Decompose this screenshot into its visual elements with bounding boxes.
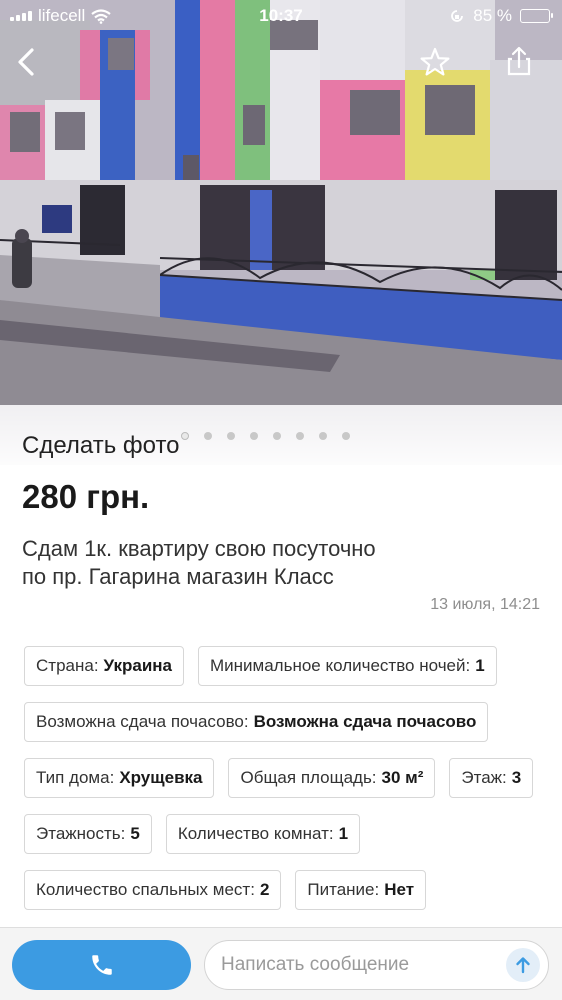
param-value: Нет <box>384 880 415 899</box>
status-right: 85 % <box>449 6 553 26</box>
param-chip: Этаж: 3 <box>449 758 534 798</box>
message-field[interactable] <box>204 940 549 990</box>
listing-params: Страна: Украина Минимальное количество но… <box>24 646 554 910</box>
pagination-dot <box>296 432 304 440</box>
param-label: Тип дома: <box>36 768 115 787</box>
param-label: Количество комнат: <box>177 824 334 843</box>
param-chip: Количество комнат: 1 <box>165 814 361 854</box>
param-chip: Питание: Нет <box>295 870 427 910</box>
param-label: Количество спальных мест: <box>36 880 255 899</box>
pagination-dot <box>273 432 281 440</box>
param-label: Минимальное количество ночей: <box>210 656 471 675</box>
pagination-dot <box>319 432 327 440</box>
battery-percentage: 85 % <box>473 6 512 25</box>
param-value: 1 <box>475 656 485 675</box>
param-value: 3 <box>511 768 522 787</box>
send-button[interactable] <box>506 948 540 982</box>
param-value: Хрущевка <box>119 768 203 787</box>
param-value: Возможна сдача почасово <box>253 712 477 731</box>
param-label: Этаж: <box>461 768 507 787</box>
pagination-dot <box>342 432 350 440</box>
param-chip: Страна: Украина <box>24 646 184 686</box>
param-value: Украина <box>103 656 172 675</box>
back-icon[interactable] <box>6 40 50 84</box>
listing-title: Сдам 1к. квартиру свою посуточно по пр. … <box>22 536 376 589</box>
param-chip: Этажность: 5 <box>24 814 152 854</box>
pagination-dot <box>204 432 212 440</box>
call-button[interactable] <box>12 940 191 990</box>
rotation-lock-icon <box>451 10 464 22</box>
param-label: Страна: <box>36 656 99 675</box>
building-photo-image <box>0 0 562 465</box>
star-icon[interactable] <box>413 40 457 84</box>
param-value: 1 <box>338 824 349 843</box>
param-chip: Минимальное количество ночей: 1 <box>198 646 497 686</box>
message-input[interactable] <box>221 941 491 988</box>
param-chip: Возможна сдача почасово: Возможна сдача п… <box>24 702 489 742</box>
param-label: Общая площадь: <box>240 768 377 787</box>
share-icon[interactable] <box>497 40 541 84</box>
pagination-dot <box>181 432 189 440</box>
bottom-action-bar <box>0 927 562 1000</box>
listing-photo[interactable]: Сделать фото <box>0 0 562 465</box>
send-arrow-icon <box>516 957 530 974</box>
battery-icon <box>520 9 553 23</box>
param-chip: Количество спальных мест: 2 <box>24 870 282 910</box>
param-chip: Общая площадь: 30 м² <box>228 758 436 798</box>
param-chip: Тип дома: Хрущевка <box>24 758 215 798</box>
status-bar: lifecell 10:37 85 % <box>0 0 562 32</box>
listing-date: 13 июля, 14:21 <box>430 596 540 613</box>
param-value: 2 <box>259 880 270 899</box>
param-value: 5 <box>130 824 140 843</box>
gallery-pagination <box>181 432 350 440</box>
param-value: 30 м² <box>381 768 424 787</box>
param-label: Питание: <box>307 880 380 899</box>
param-label: Возможна сдача почасово: <box>36 712 249 731</box>
param-label: Этажность: <box>36 824 126 843</box>
pagination-dot <box>227 432 235 440</box>
take-photo-label[interactable]: Сделать фото <box>22 432 180 460</box>
listing-price: 280 грн. <box>22 478 150 515</box>
pagination-dot <box>250 432 258 440</box>
phone-icon <box>91 955 112 975</box>
